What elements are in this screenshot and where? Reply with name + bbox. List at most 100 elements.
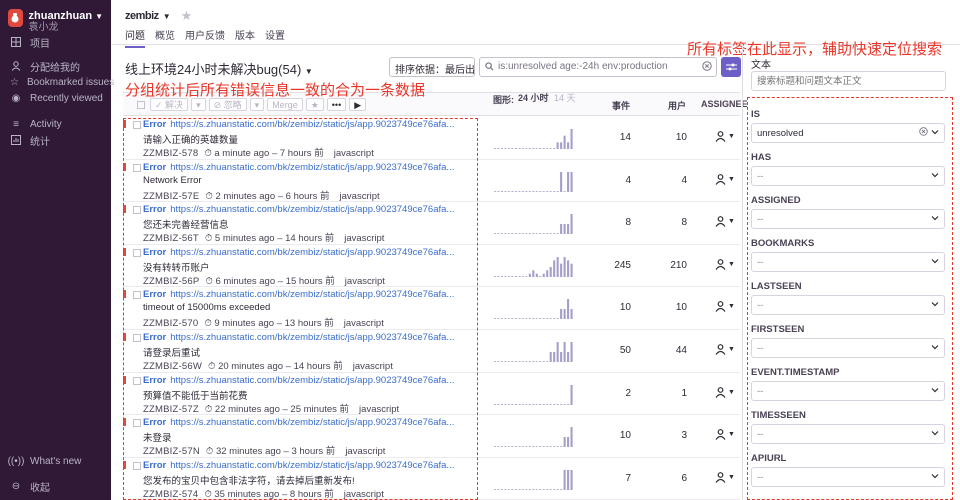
user-count[interactable]: 1 (651, 388, 687, 399)
chevron-down-icon[interactable]: ▼ (163, 12, 171, 21)
user-count[interactable]: 6 (651, 473, 687, 484)
clear-icon[interactable] (702, 61, 712, 74)
event-count[interactable]: 50 (593, 345, 631, 356)
assignee-selector[interactable]: ▼ (715, 131, 735, 142)
org-switcher[interactable]: zhuanzhuan ▼ 袁小龙 (0, 0, 111, 33)
text-search-input[interactable] (751, 71, 946, 91)
spark-bar (518, 488, 521, 490)
spark-bar (507, 403, 510, 405)
spark-bar (553, 190, 556, 192)
spark-bar (497, 403, 500, 405)
spark-bar (563, 190, 566, 192)
user-icon (715, 471, 726, 483)
broadcast-icon: ((•)) (7, 455, 25, 467)
spark-bar (514, 361, 517, 362)
chart-icon (10, 135, 22, 145)
spark-bar (563, 437, 566, 448)
spark-bar (532, 318, 535, 320)
user-name: 袁小龙 (28, 22, 59, 33)
spark-bar (514, 233, 517, 235)
spark-bar (494, 446, 497, 448)
sidebar-item-bookmarks[interactable]: ☆ Bookmarked issues (0, 74, 114, 90)
spark-bar (553, 318, 556, 320)
spark-bar (539, 446, 542, 448)
user-count[interactable]: 4 (651, 175, 687, 186)
spark-bar (532, 488, 535, 490)
spark-bar (556, 233, 559, 235)
whats-new[interactable]: ((•)) What's new (0, 453, 82, 469)
sidebar-item-projects[interactable]: 项目 (0, 34, 111, 50)
saved-search-title[interactable]: 线上环境24小时未解决bug(54) ▼ (125, 59, 313, 78)
spark-bar (553, 351, 556, 362)
sidebar-item-activity[interactable]: ≡ Activity (0, 116, 111, 132)
user-icon (715, 258, 726, 270)
spark-bar (542, 318, 545, 320)
user-count[interactable]: 8 (651, 217, 687, 228)
project-name[interactable]: zembiz (125, 10, 159, 22)
event-count[interactable]: 7 (593, 473, 631, 484)
event-count[interactable]: 8 (593, 217, 631, 228)
select-all-checkbox[interactable] (137, 101, 145, 109)
graph-14d-toggle[interactable]: 14 天 (554, 93, 576, 104)
spark-bar (521, 403, 524, 405)
assignee-selector[interactable]: ▼ (715, 216, 735, 228)
spark-bar (507, 275, 510, 277)
spark-bar (525, 275, 528, 277)
spark-bar (546, 148, 549, 149)
user-count[interactable]: 3 (651, 430, 687, 441)
assignee-selector[interactable]: ▼ (715, 429, 735, 441)
assignee-selector[interactable]: ▼ (715, 471, 735, 483)
spark-bar (563, 309, 566, 320)
event-count[interactable]: 10 (593, 302, 631, 313)
search-query: is:unresolved age:-24h env:production (498, 61, 668, 72)
event-count[interactable]: 14 (593, 132, 631, 143)
sidebar-item-label: 项目 (30, 38, 50, 50)
spark-bar (560, 446, 563, 448)
graph-24h-toggle[interactable]: 24 小时 (518, 93, 549, 104)
spark-bar (535, 148, 538, 149)
spark-bar (563, 224, 566, 235)
toggle-tag-sidebar-button[interactable] (721, 57, 741, 77)
spark-bar (497, 148, 500, 149)
spark-bar (504, 318, 507, 320)
user-icon (715, 131, 726, 142)
sort-dropdown[interactable]: 排序依据：最后出... (389, 57, 475, 77)
user-count[interactable]: 44 (651, 345, 687, 356)
event-count[interactable]: 245 (593, 260, 631, 271)
sidebar-item-recent[interactable]: ◉ Recently viewed (0, 90, 111, 106)
search-input[interactable]: is:unresolved age:-24h env:production (479, 57, 717, 77)
user-icon (715, 344, 726, 355)
sidebar-item-assigned[interactable]: 分配给我的 (0, 58, 111, 74)
spark-bar (511, 361, 514, 362)
spark-bar (494, 233, 497, 235)
assignee-selector[interactable]: ▼ (715, 258, 735, 270)
star-icon[interactable]: ★ (181, 8, 193, 24)
user-count[interactable]: 210 (651, 260, 687, 271)
assignee-selector[interactable]: ▼ (715, 386, 735, 398)
sidebar-item-stats[interactable]: 统计 (0, 132, 111, 148)
event-count[interactable]: 10 (593, 430, 631, 441)
org-logo-icon (8, 9, 23, 27)
assignee-selector[interactable]: ▼ (715, 173, 735, 185)
event-count[interactable]: 2 (593, 388, 631, 399)
spark-bar (494, 361, 497, 362)
assignee-selector[interactable]: ▼ (715, 344, 735, 355)
user-count[interactable]: 10 (651, 302, 687, 313)
spark-bar (494, 488, 497, 490)
spark-bar (532, 190, 535, 192)
spark-bar (504, 190, 507, 192)
spark-bar (518, 190, 521, 192)
spark-bar (521, 275, 524, 277)
spark-bar (556, 190, 559, 192)
event-count[interactable]: 4 (593, 175, 631, 186)
spark-bar (518, 148, 521, 149)
event-sparkline (494, 384, 573, 405)
assignee-selector[interactable]: ▼ (715, 301, 735, 313)
spark-bar (497, 318, 500, 320)
user-count[interactable]: 10 (651, 132, 687, 143)
spark-bar (504, 148, 507, 149)
spark-bar (535, 273, 538, 277)
collapse-sidebar[interactable]: ⊖ 收起 (0, 478, 50, 494)
spark-bar (556, 488, 559, 490)
spark-bar (570, 214, 573, 235)
